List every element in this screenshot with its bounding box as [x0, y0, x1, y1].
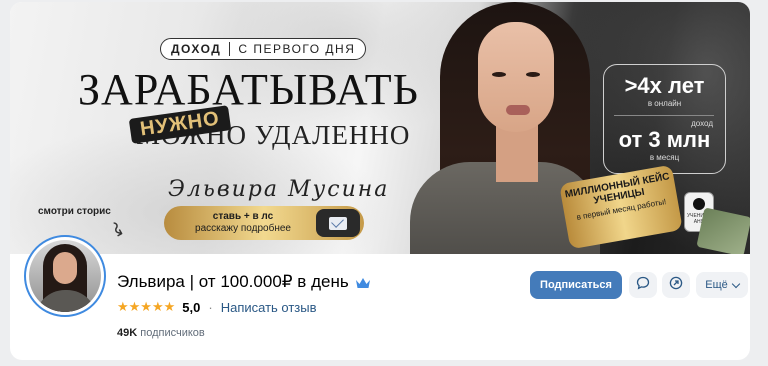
rating-stars: ★★★★★ [117, 299, 176, 314]
profile-card: ДОХОД С ПЕРВОГО ДНЯ ЗАРАБАТЫВАТЬ МОЖНО У… [10, 2, 750, 360]
cover-signature: Эльвира Мусина [168, 177, 390, 202]
subscribers-number: 49K [117, 327, 138, 339]
rating-value: 5,0 [182, 299, 201, 315]
subscribers-count[interactable]: 49K подписчиков [117, 327, 205, 339]
profile-name: Эльвира | от 100.000₽ в день [117, 272, 349, 291]
money-image [696, 207, 750, 254]
cover-headline: ЗАРАБАТЫВАТЬ [78, 65, 419, 114]
cover-banner[interactable]: ДОХОД С ПЕРВОГО ДНЯ ЗАРАБАТЫВАТЬ МОЖНО У… [10, 2, 750, 254]
income-pill-rest: С ПЕРВОГО ДНЯ [238, 42, 356, 56]
income-pill: ДОХОД С ПЕРВОГО ДНЯ [160, 38, 367, 60]
more-label: Ещё [705, 279, 728, 291]
share-button[interactable] [662, 272, 690, 298]
stat1-caption: в онлайн [647, 99, 682, 108]
cta-line2: расскажу подробнее [195, 223, 291, 234]
avatar [29, 240, 101, 312]
write-review-link[interactable]: Написать отзыв [221, 300, 317, 315]
page: ДОХОД С ПЕРВОГО ДНЯ ЗАРАБАТЫВАТЬ МОЖНО У… [0, 0, 768, 366]
more-button[interactable]: Ещё [696, 272, 748, 298]
cta-text: ставь + в лс расскажу подробнее [178, 211, 308, 235]
income-pill-bold: ДОХОД [171, 42, 231, 56]
stat2-caption: в месяц [649, 153, 680, 162]
message-icon [636, 276, 650, 295]
avatar-stories[interactable] [24, 235, 106, 317]
stats-box: >4х лет в онлайн доход от 3 млн в месяц [603, 64, 726, 174]
crown-icon[interactable] [355, 276, 371, 288]
share-icon [669, 276, 683, 295]
stat-divider [614, 115, 714, 116]
subscribers-label: подписчиков [140, 327, 205, 339]
rating-row: ★★★★★ 5,0 · Написать отзыв [117, 299, 317, 315]
chevron-down-icon [731, 279, 740, 288]
profile-name-row: Эльвира | от 100.000₽ в день [117, 272, 371, 292]
subscribe-button[interactable]: Подписаться [530, 271, 622, 299]
message-button[interactable] [629, 272, 657, 298]
cta-line1: ставь + в лс [212, 211, 274, 222]
cta-box: ставь + в лс расскажу подробнее [164, 206, 364, 240]
separator-dot: · [208, 299, 213, 315]
stories-hint: смотри сторис [38, 206, 111, 217]
stat2-value: от 3 млн [618, 127, 711, 152]
stat1-value: >4х лет [624, 73, 705, 98]
mail-icon [316, 209, 360, 237]
